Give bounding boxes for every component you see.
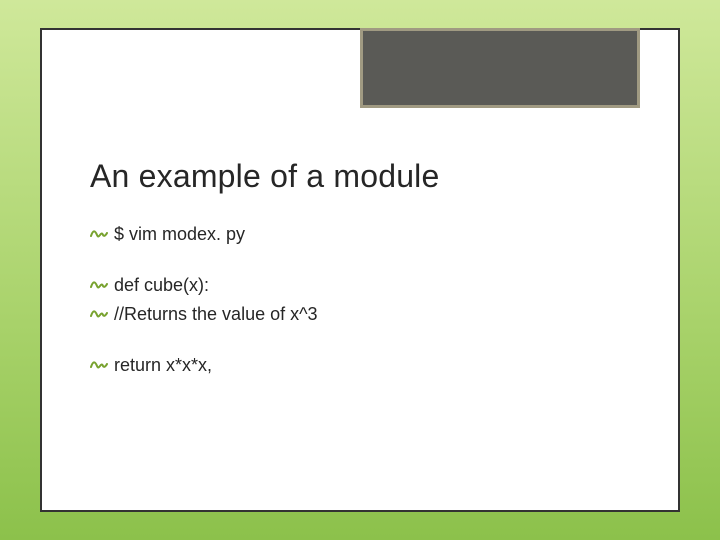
bullet-text: //Returns the value of x^3 xyxy=(114,304,318,324)
bullet-list: $ vim modex. py def cube(x): xyxy=(90,221,630,379)
squiggle-bullet-icon xyxy=(90,358,108,372)
slide-background: An example of a module $ vim modex. py xyxy=(0,0,720,540)
title-accent-box xyxy=(360,28,640,108)
bullet-text: def cube(x): xyxy=(114,275,209,295)
bullet-item: return x*x*x, xyxy=(90,352,630,379)
bullet-item: def cube(x): xyxy=(90,272,630,299)
bullet-item: $ vim modex. py xyxy=(90,221,630,248)
blank-line xyxy=(90,250,630,272)
slide-title: An example of a module xyxy=(90,158,630,195)
squiggle-bullet-icon xyxy=(90,227,108,241)
bullet-item: //Returns the value of x^3 xyxy=(90,301,630,328)
squiggle-bullet-icon xyxy=(90,307,108,321)
bullet-text: $ vim modex. py xyxy=(114,224,245,244)
bullet-text: return x*x*x, xyxy=(114,355,212,375)
blank-line xyxy=(90,330,630,352)
squiggle-bullet-icon xyxy=(90,278,108,292)
slide-card: An example of a module $ vim modex. py xyxy=(40,28,680,512)
slide-content: An example of a module $ vim modex. py xyxy=(90,158,630,381)
